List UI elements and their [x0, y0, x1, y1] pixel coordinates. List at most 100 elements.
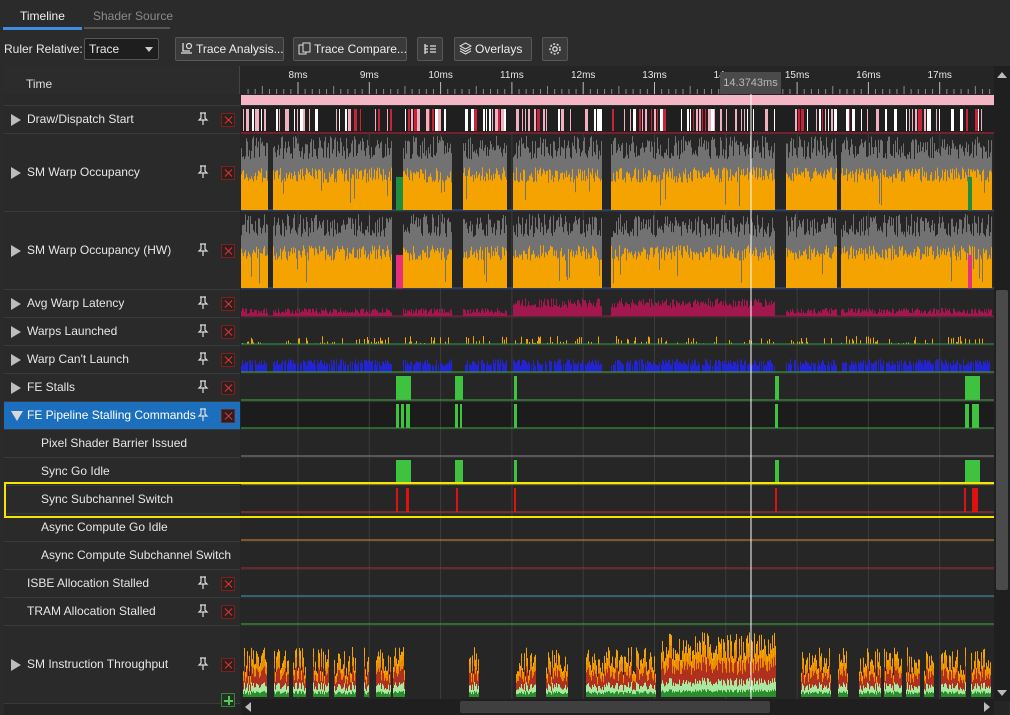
remove-row-icon[interactable]: [221, 577, 235, 591]
expand-triangle-icon[interactable]: [11, 167, 21, 179]
remove-row-icon[interactable]: [221, 297, 235, 311]
expand-triangle-icon[interactable]: [11, 659, 21, 671]
track-mark: [978, 364, 979, 372]
expand-triangle-icon[interactable]: [11, 245, 21, 257]
row-label-11[interactable]: Async Compute Go Idle: [4, 514, 240, 542]
track-mark: [623, 179, 624, 210]
ruler-relative-select[interactable]: Trace: [84, 38, 159, 60]
expand-triangle-icon[interactable]: [11, 326, 21, 338]
expand-triangle-icon[interactable]: [11, 114, 21, 126]
remove-row-icon[interactable]: [221, 166, 235, 180]
track-mark: [409, 365, 410, 372]
track-mark: [666, 298, 667, 316]
remove-row-icon[interactable]: [221, 325, 235, 339]
settings-button[interactable]: [542, 37, 568, 61]
track-mark: [683, 362, 684, 372]
track-mark: [364, 254, 365, 288]
track-mark: [862, 253, 863, 288]
track-mark: [361, 170, 362, 210]
track-mark: [327, 363, 328, 372]
collapse-triangle-icon[interactable]: [11, 411, 23, 421]
timeline-tracks[interactable]: [241, 94, 994, 699]
remove-row-icon[interactable]: [221, 353, 235, 367]
track-mark: [323, 246, 324, 288]
track-mark: [724, 245, 725, 288]
track-mark: [589, 360, 590, 372]
expand-triangle-icon[interactable]: [11, 354, 21, 366]
track-mark: [821, 175, 822, 210]
track-mark: [711, 109, 714, 131]
track-mark: [263, 682, 264, 692]
track-mark: [471, 109, 474, 131]
track-mark: [986, 364, 987, 372]
track-mark: [319, 312, 320, 316]
pin-icon[interactable]: [196, 657, 210, 671]
row-label-text: Async Compute Subchannel Switch: [41, 548, 232, 562]
track-mark: [727, 305, 728, 316]
remove-row-icon[interactable]: [221, 658, 235, 672]
row-label-10[interactable]: Sync Subchannel Switch: [4, 486, 240, 514]
row-label-13[interactable]: ISBE Allocation Stalled: [4, 570, 240, 598]
row-label-15[interactable]: SM Instruction Throughput: [4, 626, 240, 704]
pin-icon[interactable]: [196, 380, 210, 394]
overlays-button[interactable]: Overlays: [454, 37, 532, 61]
expand-triangle-icon[interactable]: [11, 382, 21, 394]
track-mark: [299, 308, 300, 316]
row-label-3[interactable]: Avg Warp Latency: [4, 290, 240, 318]
tab-timeline[interactable]: Timeline: [20, 4, 65, 28]
row-label-0[interactable]: Draw/Dispatch Start: [4, 106, 240, 134]
row-label-6[interactable]: FE Stalls: [4, 374, 240, 402]
pin-icon[interactable]: [196, 408, 210, 422]
row-label-4[interactable]: Warps Launched: [4, 318, 240, 346]
row-label-2[interactable]: SM Warp Occupancy (HW): [4, 212, 240, 290]
track-mark: [374, 338, 375, 344]
pin-icon[interactable]: [196, 296, 210, 310]
remove-row-icon[interactable]: [221, 381, 235, 395]
track-mark: [731, 363, 732, 372]
track-mark: [498, 174, 499, 210]
expand-triangle-icon[interactable]: [11, 298, 21, 310]
row-label-1[interactable]: SM Warp Occupancy: [4, 134, 240, 212]
row-label-7[interactable]: FE Pipeline Stalling Commands: [4, 402, 240, 430]
remove-row-icon[interactable]: [221, 113, 235, 127]
row-label-12[interactable]: Async Compute Subchannel Switch: [4, 542, 240, 570]
track-mark: [289, 172, 290, 210]
hierarchy-button[interactable]: [417, 37, 443, 61]
track-mark: [321, 657, 322, 667]
row-label-14[interactable]: TRAM Allocation Stalled: [4, 598, 240, 626]
remove-row-icon[interactable]: [221, 409, 235, 423]
tab-shader-source[interactable]: Shader Source: [93, 4, 173, 28]
track-mark: [740, 306, 741, 316]
track-mark: [661, 258, 662, 288]
row-label-8[interactable]: Pixel Shader Barrier Issued: [4, 430, 240, 458]
track-mark: [275, 672, 276, 677]
remove-row-icon[interactable]: [221, 605, 235, 619]
track-mark: [436, 360, 437, 372]
pin-icon[interactable]: [196, 576, 210, 590]
track-mark: [449, 178, 450, 210]
pin-icon[interactable]: [196, 243, 210, 257]
remove-row-icon[interactable]: [221, 244, 235, 258]
pin-icon[interactable]: [196, 112, 210, 126]
track-mark: [254, 687, 255, 694]
pin-icon[interactable]: [196, 165, 210, 179]
pin-icon[interactable]: [196, 604, 210, 618]
row-label-9[interactable]: Sync Go Idle: [4, 458, 240, 486]
track-mark: [749, 305, 750, 316]
track-mark: [982, 338, 983, 344]
pin-icon[interactable]: [196, 352, 210, 366]
track-mark: [563, 255, 564, 288]
trace-compare-button[interactable]: Trace Compare...: [293, 37, 407, 61]
track-mark: [895, 178, 896, 210]
track-mark: [285, 650, 286, 659]
pin-icon[interactable]: [196, 324, 210, 338]
track-mark: [749, 253, 750, 288]
row-label-5[interactable]: Warp Can't Launch: [4, 346, 240, 374]
track-mark: [586, 303, 587, 316]
track-mark: [284, 692, 285, 697]
track-mark: [708, 247, 709, 288]
track-mark: [882, 249, 883, 288]
track-mark: [642, 109, 643, 131]
trace-analysis-button[interactable]: Trace Analysis...: [175, 37, 284, 61]
track-mark: [478, 360, 479, 372]
